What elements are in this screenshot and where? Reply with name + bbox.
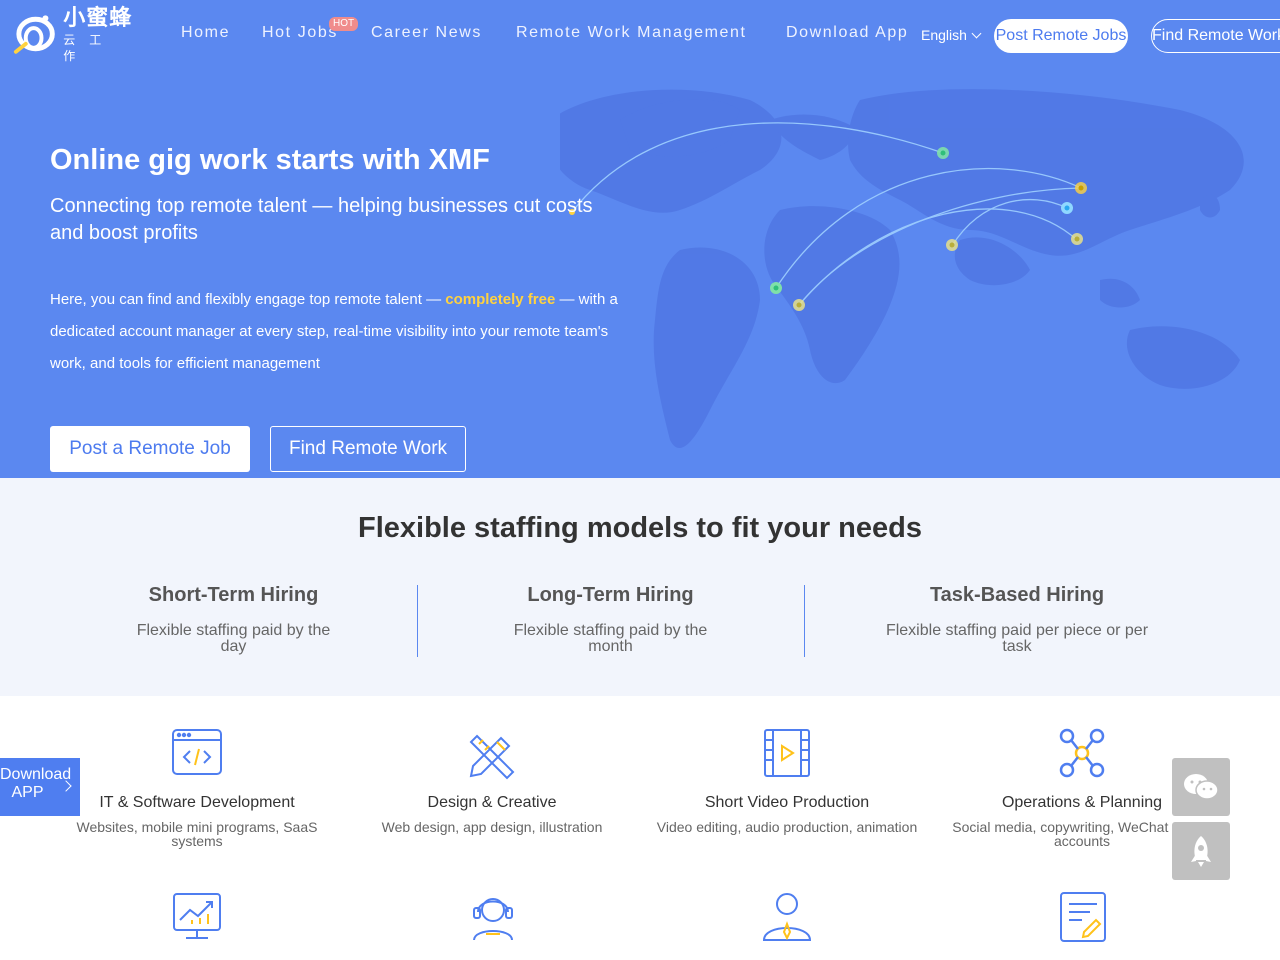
model-task-based: Task-Based Hiring Flexible staffing paid… xyxy=(885,584,1149,655)
nav-download-app[interactable]: Download App xyxy=(786,24,908,42)
top-header: 小蜜蜂 云工作 Home Hot Jobs Career News Remote… xyxy=(0,0,1280,70)
category-short-video[interactable]: Short Video Production Video editing, au… xyxy=(647,726,927,834)
download-app-label: Download APP xyxy=(0,766,72,801)
find-remote-work-hero-button[interactable]: Find Remote Work xyxy=(270,426,466,472)
model-short-term: Short-Term Hiring Flexible staffing paid… xyxy=(136,584,331,655)
headset-agent-icon xyxy=(473,898,513,941)
wechat-icon xyxy=(1184,774,1219,800)
hero-section: 小蜜蜂 云工作 Home Hot Jobs Career News Remote… xyxy=(0,0,1280,478)
world-map-illustration xyxy=(560,89,1244,449)
hero-description: Here, you can find and flexibly engage t… xyxy=(50,291,618,372)
divider xyxy=(804,585,805,657)
pencil-ruler-icon xyxy=(469,734,515,780)
logo-name: 小蜜蜂 xyxy=(63,5,133,30)
section-title: Flexible staffing models to fit your nee… xyxy=(358,512,922,544)
language-label: English xyxy=(921,27,967,43)
nav-hot-jobs[interactable]: Hot Jobs xyxy=(262,24,338,42)
hero-subtitle: Connecting top remote talent — helping b… xyxy=(50,195,593,244)
highlight-free: completely free xyxy=(445,291,556,308)
nav-career-news[interactable]: Career News xyxy=(371,24,482,42)
category-writing-translation[interactable] xyxy=(1056,890,1110,944)
staffing-models-section: Flexible staffing models to fit your nee… xyxy=(0,478,1280,696)
download-app-float[interactable]: Download APP xyxy=(0,758,80,816)
category-customer-service[interactable] xyxy=(466,890,520,944)
category-design-creative[interactable]: Design & Creative Web design, app design… xyxy=(367,726,617,834)
logo-subtitle: 云工作 xyxy=(63,33,116,63)
chart-monitor-icon xyxy=(173,893,221,939)
hero-title: Online gig work starts with XMF xyxy=(50,144,490,176)
model-long-term: Long-Term Hiring Flexible staffing paid … xyxy=(513,584,708,655)
wechat-float-button[interactable] xyxy=(1172,758,1230,816)
network-nodes-icon xyxy=(1059,728,1105,778)
category-it-software[interactable]: IT & Software Development Websites, mobi… xyxy=(67,726,327,848)
chevron-down-icon xyxy=(971,28,982,39)
back-to-top-button[interactable] xyxy=(1172,822,1230,880)
nav-home[interactable]: Home xyxy=(181,24,230,42)
rocket-icon xyxy=(1191,836,1211,867)
find-remote-work-button[interactable]: Find Remote Work xyxy=(1151,19,1280,53)
nav-remote-work-management[interactable]: Remote Work Management xyxy=(516,24,747,42)
category-business-consulting[interactable] xyxy=(760,890,814,944)
site-logo[interactable]: 小蜜蜂 云工作 xyxy=(10,6,140,63)
document-edit-icon xyxy=(1060,892,1106,942)
bee-logo-icon xyxy=(13,15,55,54)
video-film-icon xyxy=(764,729,810,777)
hot-badge: HOT xyxy=(329,17,359,31)
post-remote-jobs-button[interactable]: Post Remote Jobs xyxy=(994,19,1128,53)
business-person-icon xyxy=(762,893,812,941)
language-selector[interactable]: English xyxy=(921,27,982,43)
category-data-analysis[interactable] xyxy=(170,890,224,944)
code-window-icon xyxy=(172,729,222,775)
post-a-remote-job-button[interactable]: Post a Remote Job xyxy=(50,426,250,472)
divider xyxy=(417,585,418,657)
